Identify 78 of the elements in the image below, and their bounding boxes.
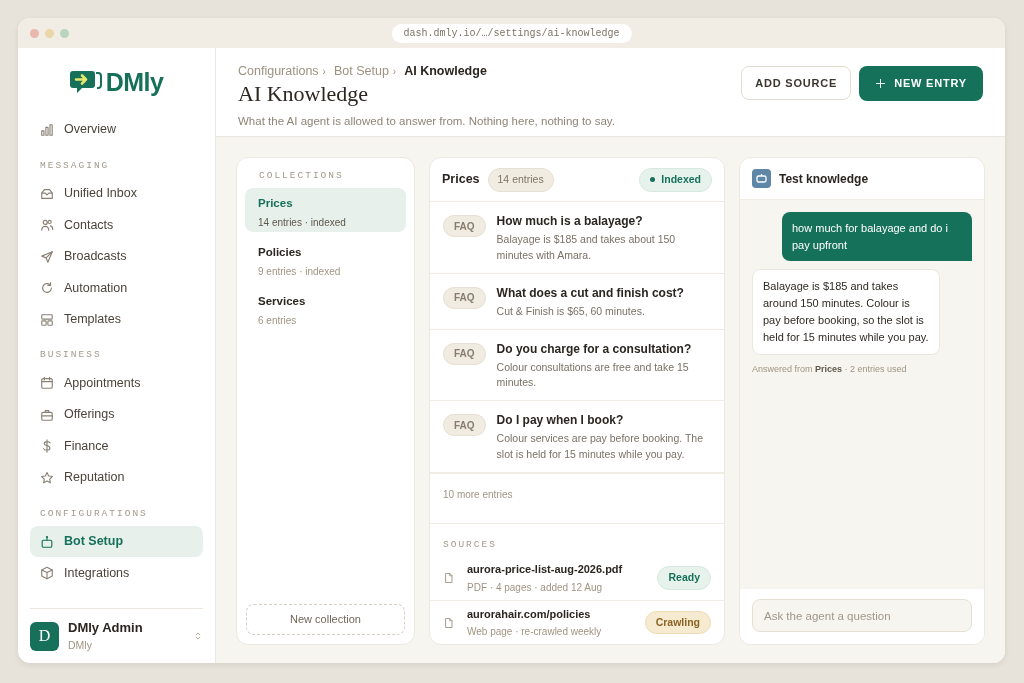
collection-item[interactable]: Prices 14 entries · indexed <box>245 188 406 233</box>
breadcrumb-separator: › <box>322 64 326 79</box>
nav-item[interactable]: Overview <box>30 114 203 146</box>
source-name: aurorahair.com/policies <box>467 606 592 622</box>
inbox-icon <box>40 186 54 201</box>
section-heading: SOURCES <box>443 537 498 552</box>
star-icon <box>40 470 54 485</box>
minimize-dot[interactable] <box>45 28 54 38</box>
question-field[interactable]: Ask the agent a question <box>752 599 972 632</box>
source-meta: PDF · 4 pages · added 12 Aug <box>467 580 604 595</box>
bot-icon <box>40 534 54 549</box>
zoom-dot[interactable] <box>60 28 69 38</box>
new-collection-button[interactable]: New collection <box>246 604 405 635</box>
source-meta: Web page · re-crawled weekly <box>467 625 602 640</box>
nav-item[interactable]: Reputation <box>30 462 203 494</box>
nav-item[interactable]: Unified Inbox <box>30 177 203 210</box>
nav-item[interactable]: Appointments <box>30 367 203 399</box>
nav-item[interactable]: Finance <box>30 430 203 462</box>
user-message: how much for balayage and do i pay upfront <box>782 212 972 261</box>
collection-item[interactable]: Policies 9 entries · indexed <box>245 237 406 282</box>
section-heading: CONFIGURATIONS <box>39 506 149 521</box>
people-icon <box>40 218 54 232</box>
section-heading: BUSINESS <box>39 348 103 363</box>
panel-title: Test knowledge <box>779 170 869 188</box>
avatar: D <box>30 621 59 651</box>
plus-icon <box>875 78 887 89</box>
status-badge: Crawling <box>644 610 711 635</box>
panel-heading: COLLECTIONS <box>258 169 345 183</box>
refresh-icon <box>40 281 54 295</box>
entry-answer: Cut & Finish is $65, 60 minutes. <box>496 303 646 319</box>
org-name: DMly <box>68 637 93 653</box>
entry-answer: Balayage is $185 and takes about 150 minutes with Amara. <box>496 232 677 263</box>
user-name: DMly Admin <box>68 619 144 638</box>
bot-icon <box>752 169 771 188</box>
layout-icon <box>40 312 54 327</box>
file-icon <box>443 571 455 585</box>
nav-item[interactable]: Bot Setup <box>30 525 203 558</box>
entry-answer: Colour services are pay before booking. The slot is held for 15 minutes while you pay. <box>496 431 704 462</box>
entry-question: How much is a balayage? <box>496 213 644 231</box>
status-badge: Ready <box>657 566 711 590</box>
close-dot[interactable] <box>30 28 39 38</box>
page-title: AI Knowledge <box>238 81 370 106</box>
bar-chart-icon <box>40 122 54 137</box>
nav-item[interactable]: Broadcasts <box>30 240 203 273</box>
page-subtitle: What the AI agent is allowed to answer from. Nothing here, nothing to say. <box>238 113 615 129</box>
tag-badge: FAQ <box>443 414 486 437</box>
entry-question: What does a cut and finish cost? <box>496 284 684 302</box>
nav-item[interactable]: Templates <box>30 303 203 336</box>
panel-title: Prices <box>442 171 480 189</box>
nav-item[interactable]: Contacts <box>30 209 203 241</box>
tag-badge: FAQ <box>443 215 486 238</box>
new-entry-button[interactable]: NEW ENTRY <box>859 66 983 101</box>
address-bar[interactable]: dash.dmly.io/…/settings/ai-knowledge <box>391 23 632 43</box>
entry-question: Do I pay when I book? <box>496 412 625 430</box>
chevron-updown-icon[interactable] <box>193 630 203 642</box>
section-heading: MESSAGING <box>39 158 111 173</box>
answer-source-note: Answered from Prices · 2 entries used <box>752 363 908 377</box>
status-dot <box>650 177 656 183</box>
file-icon <box>443 615 455 630</box>
collection-item[interactable]: Services 6 entries <box>245 286 406 331</box>
nav-item[interactable]: Automation <box>30 272 203 304</box>
calendar-icon <box>40 376 54 391</box>
nav-item[interactable]: Integrations <box>30 557 203 589</box>
tag-badge: FAQ <box>443 343 486 365</box>
count-badge: 14 entries <box>487 167 554 192</box>
entry-answer: Colour consultations are free and take 15 minutes. <box>496 360 690 391</box>
entry-question: Do you charge for a consultation? <box>496 341 693 358</box>
source-name: aurora-price-list-aug-2026.pdf <box>467 562 623 578</box>
breadcrumb-separator: › <box>392 64 397 79</box>
agent-message: Balayage is $185 and takes around 150 minutes. Colour is pay before booking, so the slot is held for 15 minutes while you pay. <box>752 269 940 356</box>
nav-item[interactable]: Offerings <box>30 399 203 431</box>
tag-badge: FAQ <box>443 286 486 309</box>
add-source-button[interactable]: ADD SOURCE <box>741 66 852 100</box>
send-icon <box>40 249 54 264</box>
status-badge: Indexed <box>639 167 712 192</box>
briefcase-icon <box>40 407 54 422</box>
cube-icon <box>40 566 54 580</box>
logo-text: DMly <box>105 67 164 99</box>
